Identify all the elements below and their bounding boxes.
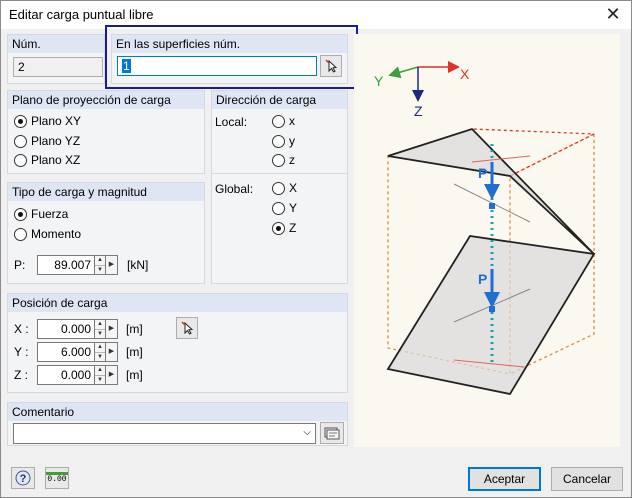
p-step-button[interactable]: ▶ <box>106 255 118 275</box>
comment-library-icon <box>324 427 340 440</box>
radio-fuerza[interactable]: Fuerza <box>14 207 68 221</box>
z-label: Z : <box>14 368 28 382</box>
tipo-header: Tipo de carga y magnitud <box>8 183 204 201</box>
load-label-lower: P <box>478 271 487 287</box>
load-preview-drawing: X Y Z P P <box>374 61 596 396</box>
radio-dot <box>14 207 27 221</box>
posicion-header: Posición de carga <box>8 294 347 312</box>
spin-up-icon[interactable]: ▲ <box>95 256 105 265</box>
tipo-group: Tipo de carga y magnitud Fuerza Momento … <box>7 182 205 284</box>
pick-position-button[interactable] <box>176 317 198 339</box>
cancel-button[interactable]: Cancelar <box>551 467 623 491</box>
direccion-separator <box>212 173 347 174</box>
radio-dot <box>14 134 27 148</box>
radio-local-z[interactable]: z <box>272 153 295 167</box>
y-step-button[interactable]: ▶ <box>106 342 118 362</box>
z-value[interactable]: 0.000 <box>37 365 95 385</box>
p-spin-arrows[interactable]: ▲ ▼ <box>95 255 106 275</box>
axis-z-label: Z <box>414 103 423 119</box>
x-value[interactable]: 0.000 <box>37 319 95 339</box>
z-spin-arrows[interactable]: ▲ ▼ <box>95 365 106 385</box>
load-label-upper: P <box>478 165 487 181</box>
p-value[interactable]: 89.007 <box>37 255 95 275</box>
num-group: Núm. 2 <box>7 34 105 84</box>
spin-down-icon[interactable]: ▼ <box>95 375 105 385</box>
help-icon: ? <box>15 470 31 486</box>
axis-y-label: Y <box>374 73 384 89</box>
plano-group: Plano de proyección de carga Plano XY Pl… <box>7 90 205 174</box>
y-spinbox[interactable]: 6.000 ▲ ▼ ▶ <box>37 342 118 362</box>
axis-x-label: X <box>460 66 470 82</box>
axis-triad: X Y Z <box>374 61 470 119</box>
radio-dot <box>272 114 285 128</box>
spin-down-icon[interactable]: ▼ <box>95 329 105 339</box>
p-unit: [kN] <box>127 258 149 272</box>
chevron-down-icon[interactable]: ⌵ <box>303 424 311 442</box>
spin-down-icon[interactable]: ▼ <box>95 352 105 362</box>
y-spin-arrows[interactable]: ▲ ▼ <box>95 342 106 362</box>
radio-dot <box>272 153 285 167</box>
help-button[interactable]: ? <box>11 467 35 489</box>
comentario-group: Comentario ⌵ <box>7 402 348 446</box>
z-step-button[interactable]: ▶ <box>106 365 118 385</box>
spin-up-icon[interactable]: ▲ <box>95 366 105 375</box>
direccion-group: Dirección de carga Local: x y z Global: … <box>211 90 348 284</box>
p-spinbox[interactable]: 89.007 ▲ ▼ ▶ <box>37 255 118 275</box>
radio-momento[interactable]: Momento <box>14 227 81 241</box>
z-spinbox[interactable]: 0.000 ▲ ▼ ▶ <box>37 365 118 385</box>
radio-dot <box>14 227 27 241</box>
focus-highlight <box>105 25 358 89</box>
units-button[interactable]: 0.00 <box>45 467 69 489</box>
radio-local-y[interactable]: y <box>272 134 295 148</box>
spin-down-icon[interactable]: ▼ <box>95 265 105 275</box>
radio-plano-xz[interactable]: Plano XZ <box>14 153 80 167</box>
radio-dot <box>272 181 285 195</box>
local-label: Local: <box>215 115 248 129</box>
close-icon[interactable]: ✕ <box>603 4 623 24</box>
accept-button[interactable]: Aceptar <box>468 467 541 491</box>
radio-dot <box>272 134 285 148</box>
x-label: X : <box>14 322 29 336</box>
p-label: P: <box>14 258 26 272</box>
radio-dot <box>14 153 27 167</box>
load-point-lower <box>489 306 495 312</box>
y-label: Y : <box>14 345 29 359</box>
radio-dot <box>272 201 285 215</box>
units-icon: 0.00 <box>46 472 68 484</box>
pick-cursor-icon <box>181 321 194 335</box>
load-preview-panel: X Y Z P P <box>354 34 620 447</box>
x-spinbox[interactable]: 0.000 ▲ ▼ ▶ <box>37 319 118 339</box>
plano-header: Plano de proyección de carga <box>8 91 204 109</box>
direccion-header: Dirección de carga <box>212 91 347 109</box>
x-spin-arrows[interactable]: ▲ ▼ <box>95 319 106 339</box>
radio-global-z[interactable]: Z <box>272 221 296 235</box>
load-point-upper <box>489 203 495 209</box>
radio-dot <box>14 114 27 128</box>
comentario-combobox[interactable]: ⌵ <box>13 423 316 444</box>
window-title: Editar carga puntual libre <box>9 7 154 22</box>
spin-up-icon[interactable]: ▲ <box>95 320 105 329</box>
num-header: Núm. <box>8 35 104 53</box>
y-unit: [m] <box>126 345 143 359</box>
radio-plano-yz[interactable]: Plano YZ <box>14 134 80 148</box>
z-unit: [m] <box>126 368 143 382</box>
comentario-header: Comentario <box>8 403 347 421</box>
global-label: Global: <box>215 182 254 196</box>
radio-dot <box>272 221 285 235</box>
comment-library-button[interactable] <box>320 422 344 444</box>
radio-global-x[interactable]: X <box>272 181 297 195</box>
num-field: 2 <box>13 57 103 77</box>
dialog-window: Editar carga puntual libre ✕ Núm. 2 En l… <box>0 0 632 498</box>
x-unit: [m] <box>126 322 143 336</box>
y-value[interactable]: 6.000 <box>37 342 95 362</box>
posicion-group: Posición de carga X : 0.000 ▲ ▼ ▶ [m] Y :… <box>7 293 348 393</box>
x-step-button[interactable]: ▶ <box>106 319 118 339</box>
radio-plano-xy[interactable]: Plano XY <box>14 114 81 128</box>
spin-up-icon[interactable]: ▲ <box>95 343 105 352</box>
svg-text:?: ? <box>20 473 27 485</box>
radio-local-x[interactable]: x <box>272 114 295 128</box>
radio-global-y[interactable]: Y <box>272 201 297 215</box>
